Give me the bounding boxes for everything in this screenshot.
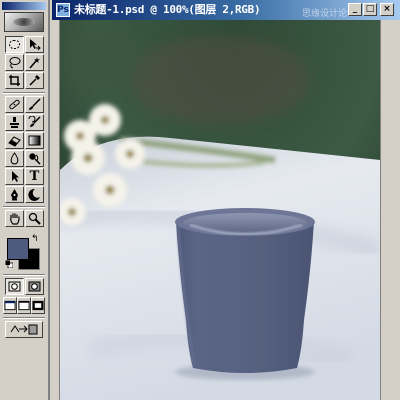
toolbox-separator xyxy=(3,274,45,276)
standard-mode-icon xyxy=(8,281,21,292)
photoshop-document-icon: Ps xyxy=(56,3,70,17)
quick-mask-icon xyxy=(28,281,41,292)
canvas-gutter xyxy=(52,20,60,400)
eyedropper-tool-button[interactable] xyxy=(25,72,44,89)
jump-to-imageready-button[interactable] xyxy=(5,321,43,338)
lasso-icon xyxy=(9,57,21,69)
stamp-icon xyxy=(10,117,19,128)
brush-icon xyxy=(29,98,41,110)
image-canvas[interactable] xyxy=(60,20,380,400)
shape-icon xyxy=(28,188,40,201)
eyedropper-icon xyxy=(29,75,40,86)
maximize-button[interactable]: □ xyxy=(363,3,377,16)
magic-wand-icon xyxy=(29,57,40,69)
move-icon xyxy=(30,39,41,51)
document-title: 未标题-1.psd @ 100%(图层 2,RGB) xyxy=(74,3,261,16)
blur-tool-button[interactable] xyxy=(5,150,24,167)
toolbox-separator xyxy=(3,317,45,319)
gradient-tool-button[interactable] xyxy=(25,132,44,149)
move-tool-button[interactable] xyxy=(25,36,44,53)
bandage-icon xyxy=(9,99,20,110)
clone-stamp-tool-button[interactable] xyxy=(5,114,24,131)
toolbox-separator xyxy=(3,206,45,208)
cup xyxy=(175,208,315,373)
path-selection-tool-button[interactable] xyxy=(5,168,24,185)
hand-icon xyxy=(10,213,20,225)
gradient-icon xyxy=(28,135,41,146)
zoom-tool-button[interactable] xyxy=(25,210,44,227)
standard-screen-mode-button[interactable] xyxy=(3,297,17,314)
marquee-tool-button[interactable] xyxy=(5,36,24,53)
dodge-tool-button[interactable] xyxy=(25,150,44,167)
default-colors-icon[interactable] xyxy=(5,260,13,268)
arrow-icon xyxy=(12,171,19,182)
crop-icon xyxy=(9,75,20,86)
custom-shape-tool-button[interactable] xyxy=(25,186,44,203)
screen-mode-icon xyxy=(32,300,44,311)
quick-mask-mode-button[interactable] xyxy=(25,278,44,295)
toolbox-panel: T ↰ xyxy=(0,0,50,400)
imageready-icon xyxy=(10,324,38,335)
magic-wand-tool-button[interactable] xyxy=(25,54,44,71)
history-brush-tool-button[interactable] xyxy=(25,114,44,131)
vertical-scrollbar[interactable] xyxy=(380,20,400,400)
lasso-tool-button[interactable] xyxy=(5,54,24,71)
type-icon: T xyxy=(29,169,40,184)
canvas-artwork xyxy=(60,20,380,400)
crop-tool-button[interactable] xyxy=(5,72,24,89)
standard-mode-button[interactable] xyxy=(5,278,24,295)
dodge-icon xyxy=(29,153,41,165)
type-tool-button[interactable]: T xyxy=(25,168,44,185)
toolbox-titlebar[interactable] xyxy=(2,2,46,10)
close-button[interactable]: × xyxy=(380,3,394,16)
zoom-icon xyxy=(28,212,41,225)
foreground-color-swatch[interactable] xyxy=(7,238,29,260)
swap-colors-icon[interactable]: ↰ xyxy=(31,234,41,244)
hand-tool-button[interactable] xyxy=(5,210,24,227)
screen-mode-icon xyxy=(18,300,30,311)
full-screen-mode-button[interactable] xyxy=(31,297,45,314)
minimize-button[interactable]: _ xyxy=(348,3,362,16)
adobe-eye-logo-icon[interactable] xyxy=(4,12,44,32)
drop-icon xyxy=(10,152,19,165)
history-brush-icon xyxy=(28,116,41,127)
full-screen-menu-mode-button[interactable] xyxy=(17,297,31,314)
document-titlebar[interactable]: Ps 未标题-1.psd @ 100%(图层 2,RGB) 思缘设计论坛 _ □… xyxy=(52,0,400,20)
toolbox-separator xyxy=(3,92,45,94)
marquee-icon xyxy=(9,40,20,49)
screen-mode-icon xyxy=(4,300,16,311)
pen-tool-button[interactable] xyxy=(5,186,24,203)
healing-brush-tool-button[interactable] xyxy=(5,96,24,113)
pen-icon xyxy=(11,189,18,201)
eraser-tool-button[interactable] xyxy=(5,132,24,149)
brush-tool-button[interactable] xyxy=(25,96,44,113)
eraser-icon xyxy=(8,136,21,147)
